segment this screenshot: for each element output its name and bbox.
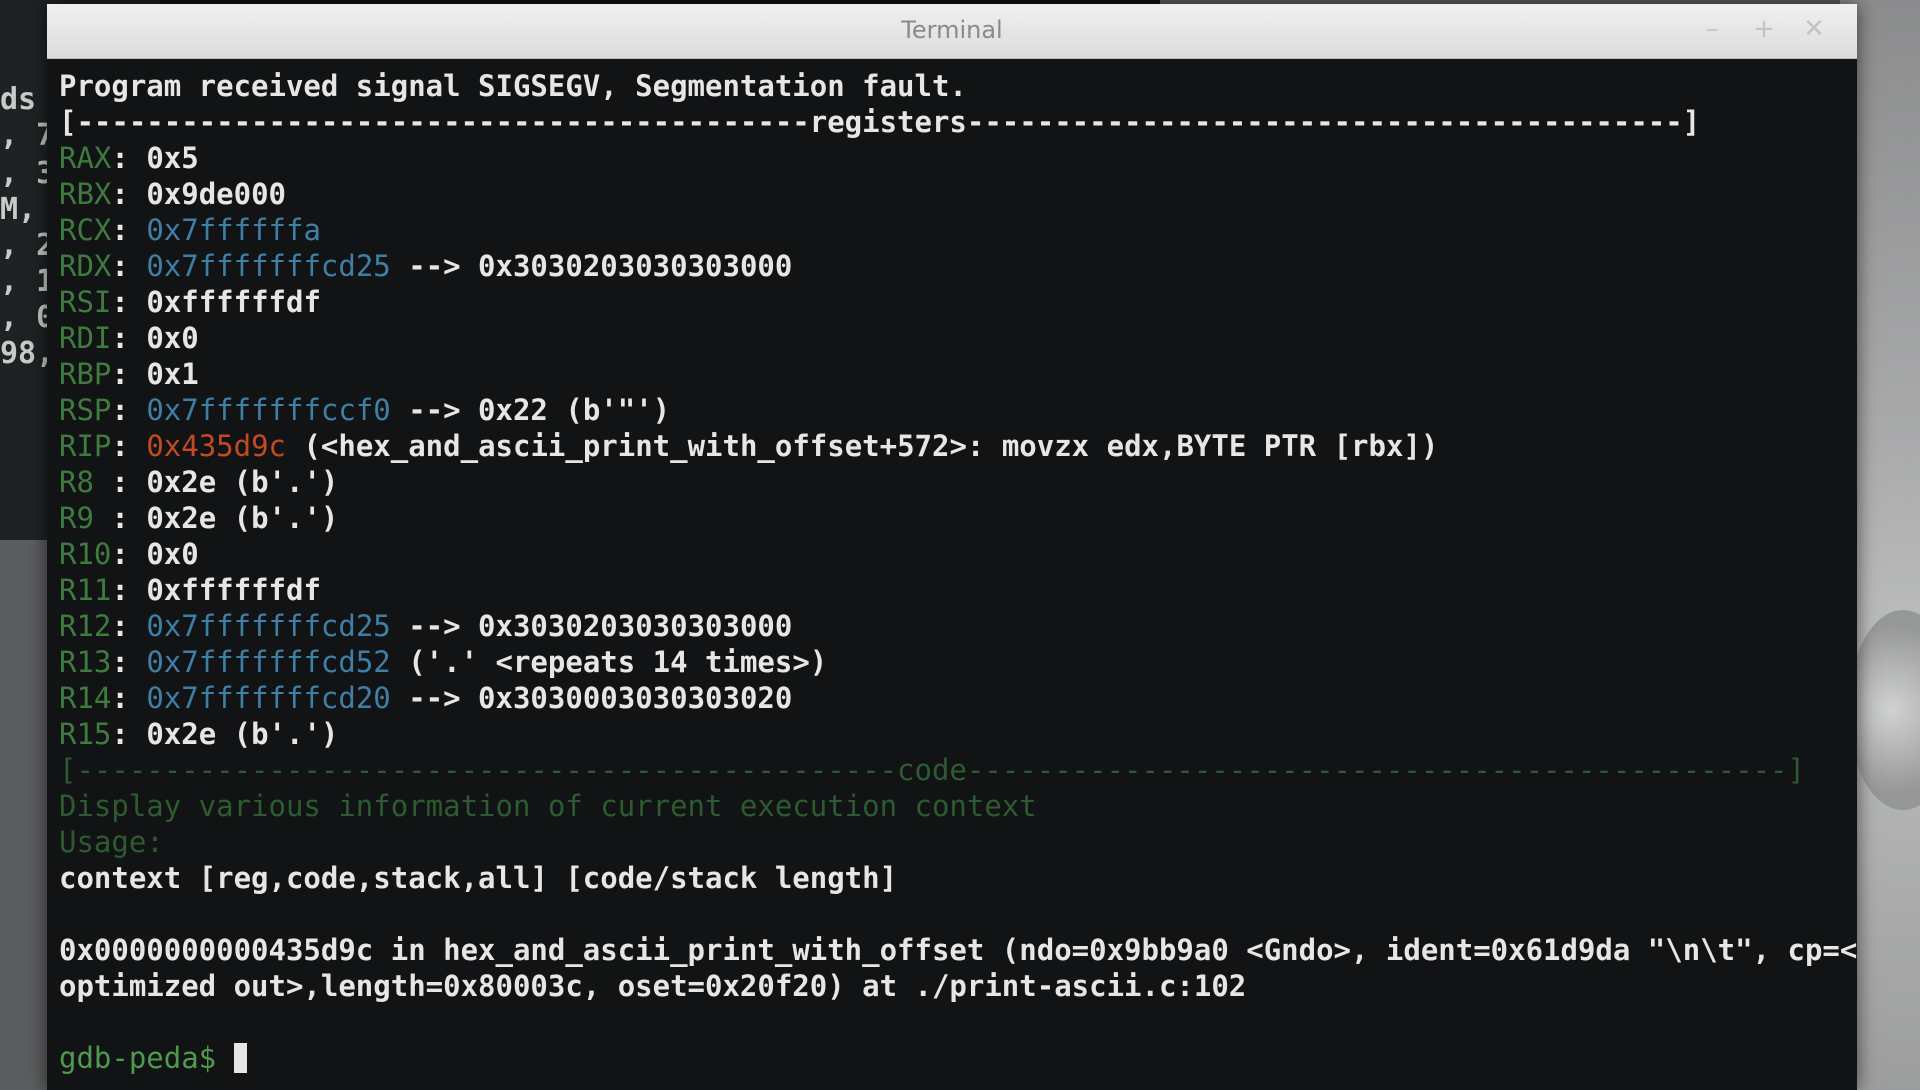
usage-label: Usage:	[59, 825, 164, 859]
register-name: RIP	[59, 429, 112, 463]
register-name: R10	[59, 537, 112, 571]
register-deref: --> 0x3030203030303000	[408, 609, 793, 643]
register-line: R10: 0x0	[59, 537, 199, 571]
register-value: 0x7fffffffcd25	[146, 609, 391, 643]
register-name: R9	[59, 501, 112, 535]
register-value: 0x0	[146, 321, 199, 355]
register-deref: (b'.')	[233, 465, 339, 499]
register-deref: --> 0x22 (b'"')	[408, 393, 671, 427]
window-titlebar[interactable]: Terminal – + ✕	[47, 4, 1857, 59]
code-section-header: [---------------------------------------…	[59, 753, 1805, 787]
register-name: R8	[59, 465, 112, 499]
text-cursor	[233, 1043, 247, 1073]
register-line: RBX: 0x9de000	[59, 177, 286, 211]
register-deref: --> 0x3030203030303000	[408, 249, 793, 283]
terminal-output[interactable]: Program received signal SIGSEGV, Segment…	[47, 58, 1857, 1090]
register-name: R12	[59, 609, 112, 643]
register-value: 0x7fffffffcd25	[146, 249, 391, 283]
register-value: 0x5	[146, 141, 199, 175]
register-value: 0x7fffffffcd52	[146, 645, 391, 679]
register-value: 0x435d9c	[146, 429, 286, 463]
help-description: Display various information of current e…	[59, 789, 1037, 823]
register-line: R14: 0x7fffffffcd20 --> 0x30300030303030…	[59, 681, 793, 715]
register-name: RSI	[59, 285, 112, 319]
register-line: R11: 0xffffffdf	[59, 573, 321, 607]
register-name: RSP	[59, 393, 112, 427]
register-line: RIP: 0x435d9c (<hex_and_ascii_print_with…	[59, 429, 1439, 463]
register-name: R11	[59, 573, 112, 607]
register-name: R14	[59, 681, 112, 715]
register-line: R15: 0x2e (b'.')	[59, 717, 339, 751]
register-value: 0x2e	[146, 717, 217, 751]
register-list: RAX: 0x5 RBX: 0x9de000 RCX: 0x7ffffffa RDX:…	[59, 140, 1845, 752]
register-name: RDX	[59, 249, 112, 283]
register-deref: (<hex_and_ascii_print_with_offset+572>: …	[303, 429, 1439, 463]
register-name: RBP	[59, 357, 112, 391]
command-prompt-line[interactable]: gdb-peda$	[59, 1040, 1845, 1076]
register-deref: (b'.')	[233, 501, 339, 535]
register-line: RDI: 0x0	[59, 321, 199, 355]
register-line: RBP: 0x1	[59, 357, 199, 391]
register-name: R15	[59, 717, 112, 751]
register-line: RCX: 0x7ffffffa	[59, 213, 321, 247]
usage-command: context [reg,code,stack,all] [code/stack…	[59, 861, 898, 895]
register-value: 0x9de000	[146, 177, 286, 211]
register-value: 0x7fffffffccf0	[146, 393, 391, 427]
gdb-prompt: gdb-peda$	[59, 1041, 234, 1075]
register-value: 0x7ffffffa	[146, 213, 321, 247]
close-button[interactable]: ✕	[1799, 14, 1829, 44]
register-value: 0x0	[146, 537, 199, 571]
register-line: RSP: 0x7fffffffccf0 --> 0x22 (b'"')	[59, 393, 671, 427]
register-name: RAX	[59, 141, 112, 175]
background-text-fragment: ds	[0, 82, 37, 117]
register-value: 0x2e	[146, 501, 217, 535]
register-name: RDI	[59, 321, 112, 355]
register-line: R13: 0x7fffffffcd52 ('.' <repeats 14 tim…	[59, 645, 828, 679]
register-deref: ('.' <repeats 14 times>)	[408, 645, 828, 679]
register-name: R13	[59, 645, 112, 679]
minimize-button[interactable]: –	[1697, 14, 1727, 44]
register-line: R9 : 0x2e (b'.')	[59, 501, 339, 535]
register-deref: --> 0x3030003030303020	[408, 681, 793, 715]
register-name: RBX	[59, 177, 112, 211]
terminal-window[interactable]: Terminal – + ✕ Program received signal S…	[47, 4, 1857, 1090]
register-line: RAX: 0x5	[59, 141, 199, 175]
register-value: 0x2e	[146, 465, 217, 499]
registers-section-header: [---------------------------------------…	[59, 105, 1701, 139]
register-name: RCX	[59, 213, 112, 247]
maximize-button[interactable]: +	[1749, 14, 1779, 44]
register-deref: (b'.')	[233, 717, 339, 751]
register-value: 0x1	[146, 357, 199, 391]
register-value: 0xffffffdf	[146, 285, 321, 319]
backtrace-frame-line: 0x0000000000435d9c in hex_and_ascii_prin…	[59, 933, 1858, 967]
backtrace-frame-line: optimized out>,length=0x80003c, oset=0x2…	[59, 969, 1247, 1003]
register-value: 0x7fffffffcd20	[146, 681, 391, 715]
register-value: 0xffffffdf	[146, 573, 321, 607]
register-line: R8 : 0x2e (b'.')	[59, 465, 339, 499]
signal-message: Program received signal SIGSEGV, Segment…	[59, 69, 967, 103]
register-line: R12: 0x7fffffffcd25 --> 0x30302030303030…	[59, 609, 793, 643]
window-title: Terminal	[901, 16, 1003, 44]
register-line: RSI: 0xffffffdf	[59, 285, 321, 319]
register-line: RDX: 0x7fffffffcd25 --> 0x30302030303030…	[59, 249, 793, 283]
